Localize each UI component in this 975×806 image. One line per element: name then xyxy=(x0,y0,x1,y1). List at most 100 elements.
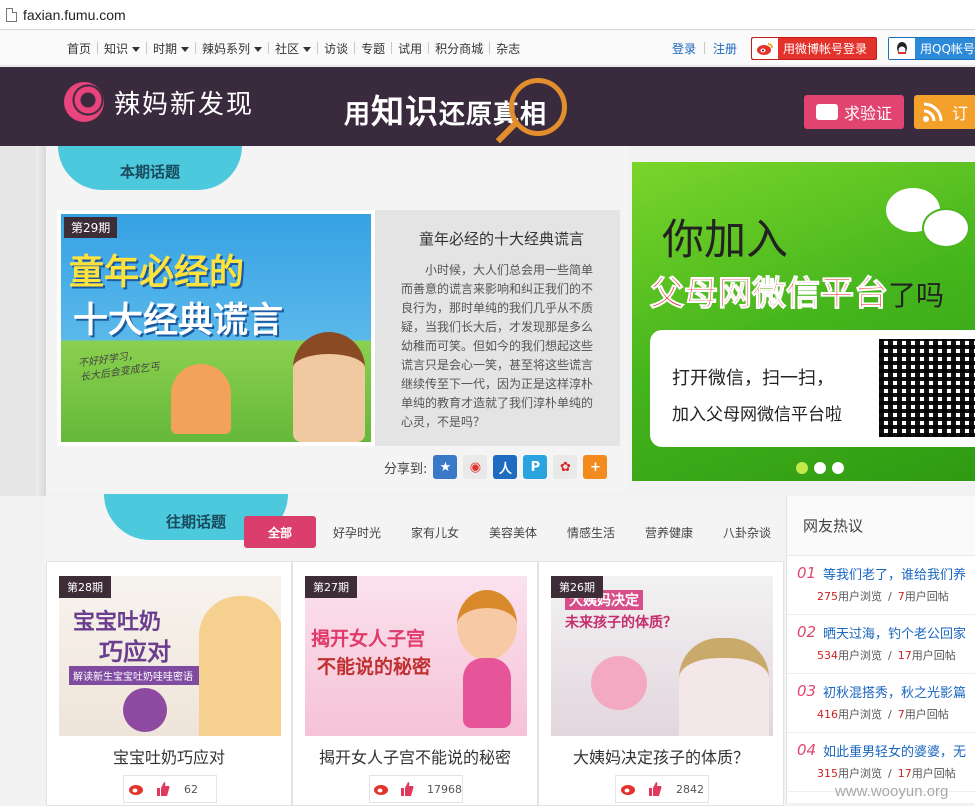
weibo-share-icon[interactable]: ◉ xyxy=(463,455,488,479)
qq-icon xyxy=(889,38,915,59)
subscribe-button[interactable]: 订 xyxy=(914,95,975,129)
hot-discussion-item[interactable]: 02 晒天过海，钓个老公回家 534用户浏览 / 17用户回帖 xyxy=(787,615,975,674)
site-logo[interactable]: 辣妈新发现 xyxy=(64,82,254,122)
category-tab[interactable]: 八卦杂谈 xyxy=(708,516,786,548)
nav-item-label: 社区 xyxy=(275,41,300,56)
card-stats: 17968 xyxy=(369,775,463,803)
nav-item[interactable]: 首页 xyxy=(61,40,97,57)
category-tab[interactable]: 好孕时光 xyxy=(318,516,396,548)
image-scribble: 不好好学习， 长大后会变成乞丐 xyxy=(77,350,161,384)
carousel-dot[interactable] xyxy=(832,462,844,474)
logo-mark-icon xyxy=(64,82,104,122)
kaixin-share-icon[interactable]: ✿ xyxy=(553,455,578,479)
share-bar: 分享到: ★ ◉ 人 P ✿ + xyxy=(384,455,608,479)
verify-button[interactable]: 求验证 xyxy=(804,95,904,129)
current-topic-title[interactable]: 童年必经的十大经典谎言 xyxy=(401,228,602,249)
hot-item-title[interactable]: 晒天过海，钓个老公回家 xyxy=(823,623,975,642)
past-topic-card[interactable]: 第28期 宝宝吐奶 巧应对 解读新生宝宝吐奶哇哇密语 宝宝吐奶巧应对 62 xyxy=(46,561,292,806)
card-image-title-b: 不能说的秘密 xyxy=(317,656,432,678)
hot-item-title[interactable]: 等我们老了，谁给我们养 xyxy=(823,564,975,583)
chevron-down-icon xyxy=(303,46,312,52)
ad-line2-main: 父母网微信平台 xyxy=(650,274,889,315)
nav-item[interactable]: 专题 xyxy=(355,40,391,57)
watermark: www.wooyun.org xyxy=(835,783,949,800)
views-suffix: 用户浏览 xyxy=(838,767,882,780)
nav-item[interactable]: 试用 xyxy=(392,40,428,57)
ad-line1: 你加入 xyxy=(662,215,789,264)
weibo-login-button[interactable]: 用微博帐号登录 xyxy=(751,37,877,60)
category-tab[interactable]: 营养健康 xyxy=(630,516,708,548)
qq-login-label: 用QQ帐号 xyxy=(920,42,975,56)
category-tab[interactable]: 情感生活 xyxy=(552,516,630,548)
card-stats: 62 xyxy=(123,775,217,803)
category-tab[interactable]: 全部 xyxy=(244,516,316,548)
hot-item-title[interactable]: 如此重男轻女的婆婆，无 xyxy=(823,741,975,760)
views-suffix: 用户浏览 xyxy=(838,708,882,721)
ad-card-line2: 加入父母网微信平台啦 xyxy=(672,405,842,425)
weibo-share-icon[interactable] xyxy=(616,776,642,802)
category-tab[interactable]: 美容美体 xyxy=(474,516,552,548)
nav-item-label: 试用 xyxy=(398,41,423,56)
past-topic-title[interactable]: 揭开女人子宫不能说的秘密 xyxy=(293,744,537,768)
weibo-share-icon[interactable] xyxy=(370,776,395,802)
past-topic-title[interactable]: 宝宝吐奶巧应对 xyxy=(47,744,291,768)
views-count: 275 xyxy=(817,590,838,603)
views-count: 315 xyxy=(817,767,838,780)
nav-item[interactable]: 社区 xyxy=(269,40,317,57)
thumbs-up-icon[interactable] xyxy=(395,776,420,802)
card-image-title-b: 未来孩子的体质？ xyxy=(565,615,677,631)
past-topic-title[interactable]: 大姨妈决定孩子的体质？ xyxy=(539,744,783,768)
current-topic-text: 童年必经的十大经典谎言 小时候，大人们总会用一些简单而善意的谎言来影响和纠正我们… xyxy=(383,210,620,432)
nav-item[interactable]: 积分商城 xyxy=(429,40,489,57)
carousel-dot[interactable] xyxy=(796,462,808,474)
url-text[interactable]: faxian.fumu.com xyxy=(23,7,126,23)
qq-login-button[interactable]: 用QQ帐号 xyxy=(888,37,975,60)
illustration-bubble xyxy=(591,656,647,710)
meta-divider: / xyxy=(888,767,892,780)
replies-suffix: 用户回帖 xyxy=(904,708,949,721)
weibo-share-icon[interactable] xyxy=(124,776,150,802)
wechat-ad-banner[interactable]: 你加入 父母网微信平台了吗 打开微信，扫一扫， 加入父母网微信平台啦 xyxy=(632,162,975,481)
slogan-part-b: 知识 xyxy=(371,92,440,131)
current-topic-card[interactable]: 童年必经的 十大经典谎言 不好好学习， 长大后会变成乞丐 第29期 童年必经的十… xyxy=(57,210,620,446)
verify-label: 求验证 xyxy=(843,104,892,123)
qzone-share-icon[interactable]: ★ xyxy=(433,455,458,479)
nav-item[interactable]: 时期 xyxy=(147,40,195,57)
address-bar[interactable]: faxian.fumu.com xyxy=(0,0,975,30)
nav-item-label: 杂志 xyxy=(496,41,521,56)
register-link[interactable]: 注册 xyxy=(713,40,737,57)
current-topic-image[interactable]: 童年必经的 十大经典谎言 不好好学习， 长大后会变成乞丐 第29期 xyxy=(57,210,375,446)
nav-item-label: 辣妈系列 xyxy=(202,41,251,56)
replies-suffix: 用户回帖 xyxy=(911,767,956,780)
issue-tag: 第26期 xyxy=(551,576,603,598)
header-banner: 辣妈新发现 用知识还原真相 求验证 订 xyxy=(0,67,975,146)
past-topic-card[interactable]: 第27期 揭开女人子宫 不能说的秘密 揭开女人子宫不能说的秘密 17968 xyxy=(292,561,538,806)
rank-number: 03 xyxy=(797,682,817,700)
hot-discussion-item[interactable]: 03 初秋混搭秀，秋之光影篇 416用户浏览 / 7用户回帖 xyxy=(787,674,975,733)
hot-item-meta: 275用户浏览 / 7用户回帖 xyxy=(817,588,975,604)
more-share-icon[interactable]: + xyxy=(583,455,608,479)
chevron-down-icon xyxy=(132,46,141,52)
views-suffix: 用户浏览 xyxy=(838,649,882,662)
carousel-dot[interactable] xyxy=(814,462,826,474)
past-topic-image[interactable]: 第27期 揭开女人子宫 不能说的秘密 xyxy=(305,576,527,736)
thumbs-up-icon[interactable] xyxy=(150,776,176,802)
hot-item-title[interactable]: 初秋混搭秀，秋之光影篇 xyxy=(823,682,975,701)
hot-discussion-item[interactable]: 01 等我们老了，谁给我们养 275用户浏览 / 7用户回帖 xyxy=(787,556,975,615)
category-tab[interactable]: 家有儿女 xyxy=(396,516,474,548)
nav-item-label: 专题 xyxy=(361,41,386,56)
category-tabs: 全部 好孕时光 家有儿女 美容美体 情感生活 营养健康 八卦杂谈 xyxy=(244,516,786,548)
nav-item[interactable]: 辣妈系列 xyxy=(196,40,268,57)
past-topic-card[interactable]: 第26期 大姨妈决定 未来孩子的体质？ 大姨妈决定孩子的体质？ 2842 xyxy=(538,561,784,806)
nav-item[interactable]: 访谈 xyxy=(318,40,354,57)
renren-share-icon[interactable]: 人 xyxy=(493,455,518,479)
login-link[interactable]: 登录 xyxy=(672,40,696,57)
pengyou-share-icon[interactable]: P xyxy=(523,455,548,479)
nav-item[interactable]: 杂志 xyxy=(490,40,526,57)
mother-figure xyxy=(199,596,281,736)
past-topic-image[interactable]: 第28期 宝宝吐奶 巧应对 解读新生宝宝吐奶哇哇密语 xyxy=(59,576,281,736)
past-topic-image[interactable]: 第26期 大姨妈决定 未来孩子的体质？ xyxy=(551,576,773,736)
wechat-icon xyxy=(886,188,970,250)
thumbs-up-icon[interactable] xyxy=(642,776,668,802)
nav-item[interactable]: 知识 xyxy=(98,40,146,57)
